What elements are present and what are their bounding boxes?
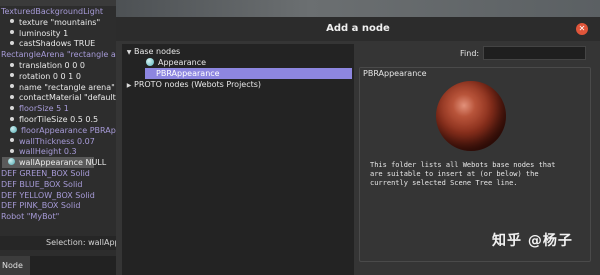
scene-tree-row[interactable]: castShadows TRUE [0,38,95,49]
scene-tree-row-label: luminosity 1 [19,28,69,38]
scene-tree-row[interactable]: ▶DEF YELLOW_BOX Solid [0,190,95,201]
appearance-label: Appearance [158,58,207,67]
tree-item-appearance[interactable]: Appearance [124,57,352,68]
scene-tree-row-label: contactMaterial "default" [19,93,116,103]
scene-tree-row[interactable]: ▼RectangleArena "rectangle arena" [0,49,116,60]
scene-tree-row[interactable]: ▶DEF GREEN_BOX Solid [0,168,90,179]
scene-tree-panel: ▼TexturedBackgroundLighttexture "mountai… [0,0,116,275]
field-dot-icon [10,116,14,121]
field-dot-icon [10,73,14,78]
node-description: This folder lists all Webots base nodes … [370,161,556,187]
scene-tree-row-label: wallThickness 0.07 [19,136,95,146]
bottom-bar [30,256,116,275]
scene-tree-row[interactable]: rotation 0 0 1 0 [0,71,81,82]
material-preview-sphere [436,81,506,151]
scene-tree-row-label: DEF BLUE_BOX Solid [1,179,83,189]
selection-status: Selection: wallAppearance (MFNode) [0,236,116,250]
scene-tree-row[interactable]: wallThickness 0.07 [0,136,95,147]
field-dot-icon [10,138,14,143]
scene-tree-row[interactable]: wallHeight 0.3 [0,146,77,157]
scene-tree-row-label: Robot "MyBot" [1,212,60,222]
node-tab[interactable]: Node [0,256,30,275]
scene-tree-row[interactable]: floorTileSize 0.5 0.5 [0,114,98,125]
dialog-title: Add a node [326,23,390,34]
find-input[interactable] [483,46,586,60]
scene-tree-row[interactable]: texture "mountains" [0,17,100,28]
scene-tree-row[interactable]: ▶Robot "MyBot" [0,211,59,222]
field-dot-icon [10,19,14,24]
close-icon: ✕ [578,24,586,33]
scene-tree-row-label: TexturedBackgroundLight [1,7,104,16]
scene-tree-row-label: name "rectangle arena" [19,82,115,92]
node-sphere-icon [146,57,154,66]
scene-tree-row-label: rotation 0 0 1 0 [19,71,81,81]
scene-tree-row-label: translation 0 0 0 [19,61,85,70]
scene-tree-row-label: DEF PINK_BOX Solid [1,201,81,211]
field-dot-icon [10,84,14,89]
preview-title: PBRAppearance [360,68,430,80]
scene-tree-row-label: texture "mountains" [19,17,101,27]
chevron-right-icon[interactable]: ▶ [124,80,134,91]
node-sphere-icon [10,125,17,133]
scene-tree-row[interactable]: contactMaterial "default" [0,92,116,103]
scene-tree-row-label: floorAppearance PBRAppearance [21,125,116,135]
scene-tree-row-label: DEF GREEN_BOX Solid [1,169,90,178]
proto-nodes-label: PROTO nodes (Webots Projects) [134,80,262,89]
scene-tree-row[interactable]: floorSize 5 1 [0,103,69,114]
field-dot-icon [10,94,14,99]
close-button[interactable]: ✕ [576,23,588,35]
watermark: 知乎 @杨子 [492,233,573,249]
field-dot-icon [10,62,14,67]
field-dot-icon [10,30,14,35]
scene-tree-row[interactable]: floorAppearance PBRAppearance [0,125,116,136]
scene-tree-row-label: wallAppearance NULL [19,158,107,168]
field-dot-icon [10,105,14,110]
field-dot-icon [10,148,14,153]
field-dot-icon [10,40,14,45]
find-label: Find: [460,49,480,58]
scene-tree-row-label: floorSize 5 1 [19,104,69,114]
scene-tree-row-label: RectangleArena "rectangle arena" [1,50,116,60]
scene-tree-row-label: castShadows TRUE [19,39,96,49]
tree-item-base-nodes[interactable]: ▼ Base nodes [124,46,352,57]
scene-tree-row[interactable]: ▼TexturedBackgroundLight [0,6,103,17]
3d-view-background [116,0,600,17]
scene-tree-row[interactable]: ▶DEF BLUE_BOX Solid [0,179,82,190]
scene-tree-row-label: floorTileSize 0.5 0.5 [19,115,99,124]
base-nodes-label: Base nodes [134,47,181,56]
scene-tree-row[interactable]: translation 0 0 0 [0,60,85,71]
scene-tree-row[interactable]: luminosity 1 [0,28,68,39]
scene-tree-row[interactable]: wallAppearance NULL [2,157,106,169]
scene-tree-row-label: wallHeight 0.3 [19,147,77,157]
node-tree-panel: ▼ Base nodes Appearance PBRAppearance ▶ PR… [122,44,354,275]
node-sphere-icon [8,158,15,166]
scene-tree-row[interactable]: ▶DEF PINK_BOX Solid [0,200,80,211]
tree-item-pbrappearance[interactable]: PBRAppearance [145,68,352,79]
scene-tree-row[interactable]: name "rectangle arena" [0,82,115,93]
pbrappearance-label: PBRAppearance [156,69,220,78]
tree-item-proto-nodes[interactable]: ▶ PROTO nodes (Webots Projects) [124,79,352,90]
scene-tree-row-label: DEF YELLOW_BOX Solid [1,190,95,200]
